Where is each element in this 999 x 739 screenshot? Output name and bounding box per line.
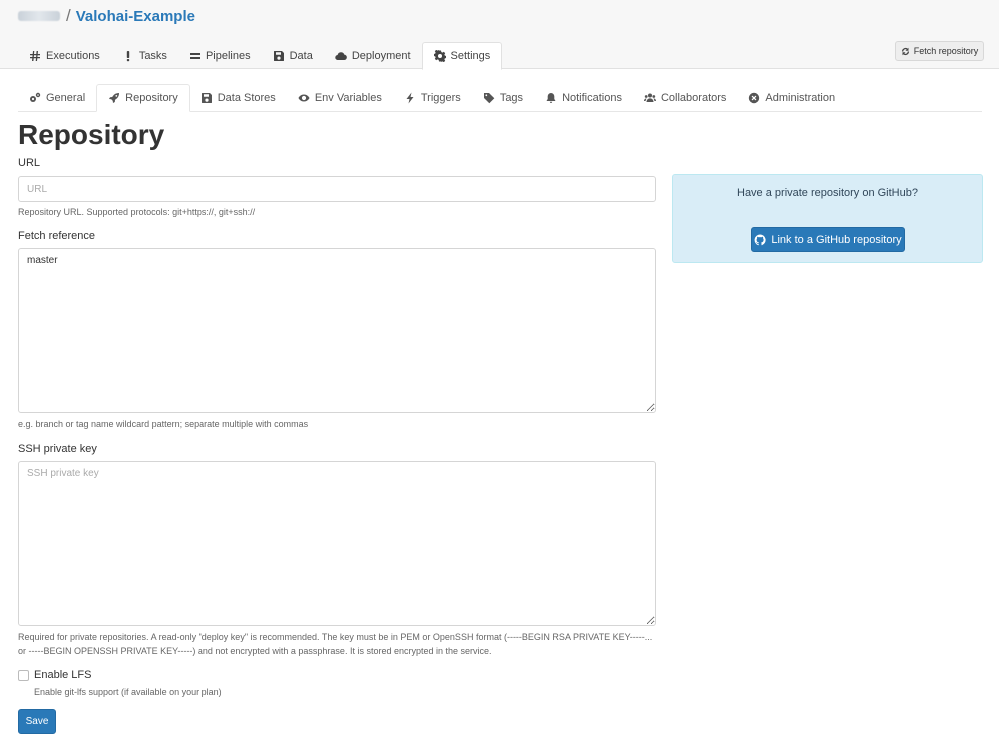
- tab-label: Settings: [450, 50, 491, 62]
- floppy-icon: [273, 51, 284, 61]
- tab-deployment[interactable]: Deployment: [324, 42, 422, 70]
- ssh-key-help-text: Required for private repositories. A rea…: [18, 630, 658, 658]
- link-github-repository-button[interactable]: Link to a GitHub repository: [751, 227, 905, 252]
- cloud-icon: [335, 52, 347, 61]
- subtab-data-stores[interactable]: Data Stores: [190, 84, 287, 112]
- subtab-collaborators[interactable]: Collaborators: [633, 84, 737, 112]
- enable-lfs-label[interactable]: Enable LFS: [34, 669, 91, 681]
- fetch-repository-label: Fetch repository: [913, 46, 979, 56]
- ssh-key-label: SSH private key: [18, 443, 97, 455]
- hash-icon: [30, 51, 40, 61]
- times-circle-icon: [749, 92, 760, 104]
- tab-label: Deployment: [351, 50, 411, 62]
- subtab-label: Notifications: [562, 92, 622, 104]
- subtab-notifications[interactable]: Notifications: [534, 84, 633, 112]
- fetch-reference-label: Fetch reference: [18, 230, 96, 242]
- tab-label: Executions: [46, 50, 100, 62]
- bell-icon: [546, 93, 556, 103]
- github-button-label: Link to a GitHub repository: [771, 233, 902, 246]
- rocket-icon: [109, 93, 120, 103]
- url-label: URL: [18, 157, 41, 169]
- tab-data[interactable]: Data: [262, 42, 324, 70]
- bolt-icon: [406, 92, 414, 104]
- fetch-reference-textarea[interactable]: [18, 248, 656, 413]
- page-title: Repository: [18, 119, 165, 150]
- ssh-key-help-line-1: Required for private repositories. A rea…: [18, 632, 653, 642]
- subtab-triggers[interactable]: Triggers: [393, 84, 472, 112]
- tab-label: Data: [289, 50, 313, 62]
- subtab-general[interactable]: General: [18, 84, 96, 112]
- github-panel-text: Have a private repository on GitHub?: [737, 187, 918, 199]
- tab-pipelines[interactable]: Pipelines: [178, 42, 262, 70]
- subtab-label: Repository: [125, 92, 178, 104]
- main-tabs: Executions Tasks Pipelines Data Deployme…: [18, 42, 503, 70]
- tab-label: Tasks: [138, 50, 167, 62]
- subtab-repository[interactable]: Repository: [96, 84, 190, 112]
- breadcrumb: / Valohai-Example: [18, 6, 195, 25]
- save-button[interactable]: Save: [18, 709, 56, 734]
- fetch-repository-button[interactable]: Fetch repository: [895, 41, 984, 61]
- project-name-link[interactable]: Valohai-Example: [76, 8, 195, 25]
- subtab-label: Data Stores: [217, 92, 276, 104]
- subtab-env-variables[interactable]: Env Variables: [287, 84, 393, 112]
- breadcrumb-separator: /: [66, 6, 71, 25]
- eye-icon: [298, 94, 310, 102]
- tag-icon: [483, 93, 495, 104]
- github-link-panel: Have a private repository on GitHub? Lin…: [672, 174, 983, 263]
- ssh-key-help-line-2: or -----BEGIN OPENSSH PRIVATE KEY-----) …: [18, 646, 492, 656]
- github-icon: [754, 233, 766, 245]
- subtab-administration[interactable]: Administration: [737, 84, 846, 112]
- tab-settings[interactable]: Settings: [421, 42, 503, 70]
- subtab-tags[interactable]: Tags: [472, 84, 534, 112]
- subtab-label: Tags: [499, 92, 524, 104]
- url-input[interactable]: [18, 176, 656, 202]
- project-header: / Valohai-Example Executions Tasks Pipel…: [0, 0, 999, 70]
- tab-label: Pipelines: [205, 50, 251, 62]
- subtab-label: General: [46, 92, 86, 104]
- enable-lfs-help-text: Enable git-lfs support (if available on …: [34, 687, 222, 697]
- gear-icon: [433, 50, 446, 62]
- settings-subtabs: General Repository Data Stores Env Varia…: [18, 84, 982, 112]
- bars-icon: [189, 53, 200, 59]
- subtab-label: Env Variables: [314, 92, 382, 104]
- ssh-key-textarea[interactable]: [18, 461, 656, 626]
- tab-executions[interactable]: Executions: [18, 42, 111, 70]
- tab-tasks[interactable]: Tasks: [111, 42, 178, 70]
- subtab-label: Collaborators: [660, 92, 727, 104]
- subtab-label: Triggers: [420, 92, 461, 104]
- subtab-label: Administration: [765, 92, 836, 104]
- users-icon: [643, 93, 656, 102]
- enable-lfs-checkbox[interactable]: [18, 670, 29, 681]
- floppy-icon: [201, 93, 212, 103]
- refresh-icon: [901, 47, 909, 55]
- owner-name-redacted[interactable]: [18, 11, 60, 21]
- gears-icon: [30, 92, 41, 102]
- url-help-text: Repository URL. Supported protocols: git…: [18, 207, 256, 217]
- fetch-reference-help-text: e.g. branch or tag name wildcard pattern…: [18, 419, 309, 429]
- exclamation-icon: [126, 51, 130, 62]
